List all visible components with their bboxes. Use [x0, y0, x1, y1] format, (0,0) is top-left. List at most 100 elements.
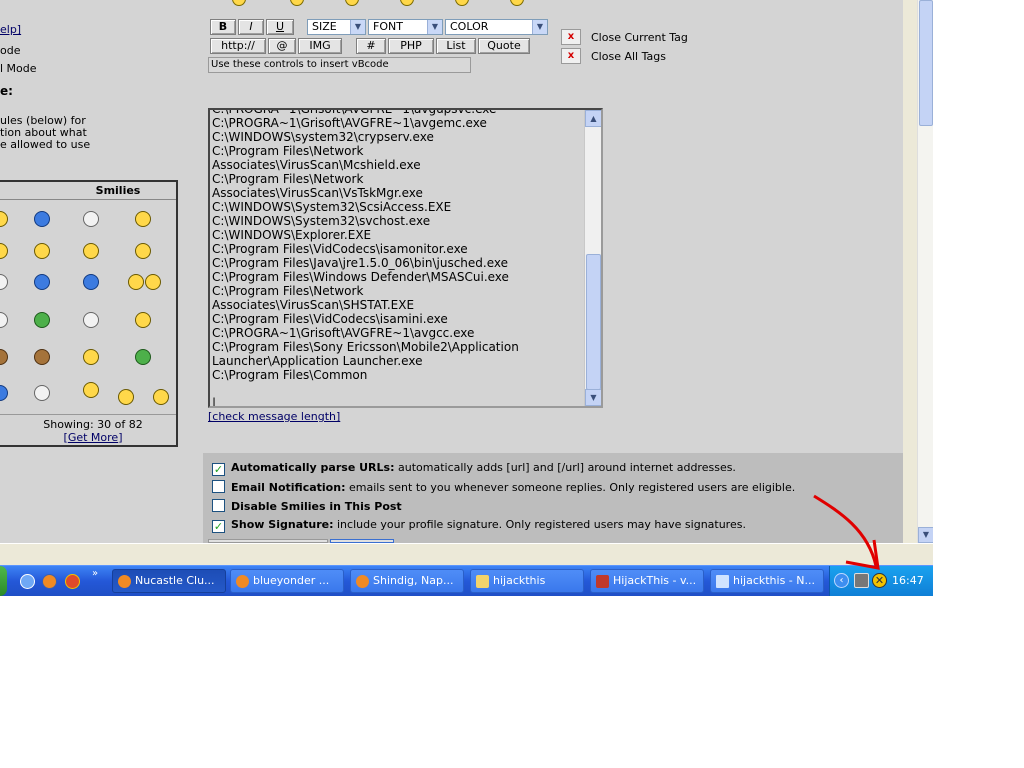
smiley-icon[interactable] — [118, 389, 134, 405]
img-button[interactable]: IMG — [298, 38, 342, 54]
smiley-icon[interactable] — [135, 312, 151, 328]
message-line: C:\Program Files\Common — [212, 368, 368, 382]
task-label: hijackthis — [493, 574, 546, 587]
italic-button[interactable]: I — [238, 19, 264, 35]
firefox-icon — [118, 575, 131, 588]
left-heading: e: — [0, 84, 13, 98]
smiley-icon[interactable] — [83, 382, 99, 398]
chevron-down-icon: ▼ — [350, 20, 365, 34]
smiley-icon[interactable] — [0, 312, 8, 328]
folder-icon — [476, 575, 489, 588]
smiley-icon[interactable] — [455, 0, 469, 6]
smiley-icon[interactable] — [34, 243, 50, 259]
taskbar-button[interactable]: Nucastle Clu... — [112, 569, 226, 593]
firefox-icon[interactable] — [42, 574, 57, 589]
taskbar-button[interactable]: Shindig, Nap... — [350, 569, 464, 593]
smiley-icon[interactable] — [400, 0, 414, 6]
quote-button[interactable]: Quote — [478, 38, 530, 54]
smiley-icon[interactable] — [83, 312, 99, 328]
network-icon[interactable] — [854, 573, 869, 588]
smiley-icon[interactable] — [83, 211, 99, 227]
message-line: C:\Program Files\Java\jre1.5.0_06\bin\ju… — [212, 256, 509, 270]
bold-button[interactable]: B — [210, 19, 236, 35]
email-notification-checkbox[interactable] — [212, 480, 225, 493]
list-button[interactable]: List — [436, 38, 476, 54]
smiley-icon[interactable] — [0, 349, 8, 365]
antivirus-icon[interactable]: ✕ — [872, 573, 887, 588]
scroll-down-icon[interactable]: ▼ — [585, 389, 601, 406]
vbcode-hint: Use these controls to insert vBcode — [208, 57, 471, 73]
smiley-icon[interactable] — [0, 274, 8, 290]
color-select[interactable]: COLOR ▼ — [445, 19, 548, 35]
quick-launch-more-icon[interactable]: » — [92, 568, 98, 579]
message-textarea[interactable]: C:\PROGRA~1\Grisoft\AVGFRE~1\avgupsvc.ex… — [208, 108, 603, 408]
smiley-icon[interactable] — [83, 243, 99, 259]
smiley-icon[interactable] — [345, 0, 359, 6]
smiley-icon[interactable] — [510, 0, 524, 6]
scroll-down-icon[interactable]: ▼ — [918, 527, 933, 543]
message-line: C:\WINDOWS\System32\svchost.exe — [212, 214, 431, 228]
message-line: Launcher\Application Launcher.exe — [212, 354, 423, 368]
smiley-icon[interactable] — [34, 385, 50, 401]
smiley-icon[interactable] — [83, 349, 99, 365]
smiley-icon[interactable] — [128, 274, 144, 290]
task-label: blueyonder ... — [253, 574, 330, 587]
disable-smilies-checkbox[interactable] — [212, 499, 225, 512]
smiley-icon[interactable] — [153, 389, 169, 405]
taskbar-button[interactable]: hijackthis — [470, 569, 584, 593]
show-signature-desc: include your profile signature. Only reg… — [337, 518, 746, 531]
show-signature-checkbox[interactable]: ✓ — [212, 520, 225, 533]
page-scrollbar[interactable]: ▼ — [917, 0, 933, 543]
smiley-icon[interactable] — [0, 243, 8, 259]
email-notification-desc: emails sent to you whenever someone repl… — [348, 481, 796, 494]
smiley-icon[interactable] — [0, 211, 8, 227]
get-more-smilies-link[interactable]: [Get More] — [0, 431, 176, 444]
media-icon[interactable] — [65, 574, 80, 589]
show-desktop-icon[interactable] — [20, 574, 35, 589]
size-select[interactable]: SIZE ▼ — [307, 19, 366, 35]
taskbar-button[interactable]: hijackthis - N... — [710, 569, 824, 593]
check-message-length-link[interactable]: [check message length] — [208, 410, 340, 423]
message-line: C:\PROGRA~1\Grisoft\AVGFRE~1\avgupsvc.ex… — [212, 108, 497, 116]
hijackthis-icon — [596, 575, 609, 588]
smiley-icon[interactable] — [145, 274, 161, 290]
underline-button[interactable]: U — [266, 19, 294, 35]
smiley-icon[interactable] — [135, 211, 151, 227]
smiley-icon[interactable] — [135, 349, 151, 365]
smiley-icon[interactable] — [34, 274, 50, 290]
close-current-tag-label: Close Current Tag — [591, 31, 688, 44]
chevron-left-icon[interactable]: ‹ — [834, 573, 849, 588]
help-link[interactable]: elp] — [0, 23, 21, 36]
message-line — [212, 382, 581, 396]
parse-urls-checkbox[interactable]: ✓ — [212, 463, 225, 476]
close-current-tag-button[interactable]: x — [561, 29, 581, 45]
message-line: C:\PROGRA~1\Grisoft\AVGFRE~1\avgemc.exe — [212, 116, 487, 130]
smiley-icon[interactable] — [34, 312, 50, 328]
smiley-icon[interactable] — [232, 0, 246, 6]
font-select[interactable]: FONT ▼ — [368, 19, 443, 35]
taskbar-button[interactable]: HijackThis - v... — [590, 569, 704, 593]
scroll-thumb[interactable] — [586, 254, 601, 390]
color-select-value: COLOR — [450, 20, 489, 33]
message-scrollbar[interactable]: ▲ ▼ — [584, 110, 601, 406]
smiley-icon[interactable] — [290, 0, 304, 6]
url-button[interactable]: http:// — [210, 38, 266, 54]
scroll-up-icon[interactable]: ▲ — [585, 110, 601, 127]
smiley-icon[interactable] — [83, 274, 99, 290]
page-scroll-thumb[interactable] — [919, 0, 933, 126]
smiley-icon[interactable] — [34, 211, 50, 227]
close-all-tags-button[interactable]: x — [561, 48, 581, 64]
start-button[interactable] — [0, 566, 7, 596]
smiley-icon[interactable] — [0, 385, 8, 401]
taskbar-button[interactable]: blueyonder ... — [230, 569, 344, 593]
email-button[interactable]: @ — [268, 38, 296, 54]
parse-urls-desc: automatically adds [url] and [/url] arou… — [397, 461, 736, 474]
vbcode-toolbar: B I U SIZE ▼ FONT ▼ COLOR ▼ http:// @ IM… — [208, 19, 558, 59]
message-line: C:\Program Files\Sony Ericsson\Mobile2\A… — [212, 340, 519, 354]
task-label: Nucastle Clu... — [135, 574, 215, 587]
get-more-label: Get More — [67, 431, 119, 444]
hash-button[interactable]: # — [356, 38, 386, 54]
smiley-icon[interactable] — [135, 243, 151, 259]
smiley-icon[interactable] — [34, 349, 50, 365]
php-button[interactable]: PHP — [388, 38, 434, 54]
